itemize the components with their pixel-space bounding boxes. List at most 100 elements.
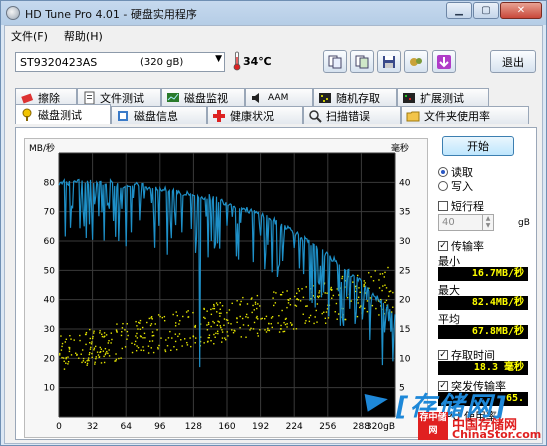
- access-time-point: [174, 340, 177, 343]
- transfer-rate-checkbox[interactable]: ✓: [438, 241, 448, 251]
- save-button[interactable]: [377, 50, 401, 73]
- options-button[interactable]: [404, 50, 428, 73]
- access-time-point: [99, 330, 101, 332]
- x-tick-label: 160: [218, 422, 235, 432]
- access-time-point: [166, 345, 169, 347]
- access-time-point: [207, 336, 209, 339]
- extended-test-icon: [403, 92, 415, 103]
- access-time-point: [230, 323, 232, 325]
- transfer-rate-option[interactable]: ✓ 传输率: [438, 238, 484, 254]
- access-time-point: [160, 337, 162, 339]
- access-time-point: [116, 331, 118, 333]
- access-time-point: [296, 292, 298, 295]
- access-time-point: [215, 332, 217, 334]
- y-right-tick-label: 35: [399, 208, 410, 218]
- access-time-point: [219, 308, 221, 310]
- tab-extended-test[interactable]: 扩展测试: [397, 88, 489, 106]
- access-time-point: [368, 272, 370, 274]
- access-time-point: [75, 352, 77, 354]
- access-time-point: [136, 337, 139, 339]
- access-time-point: [207, 321, 210, 324]
- access-time-point: [101, 335, 104, 338]
- exit-button[interactable]: 退出: [490, 50, 536, 73]
- access-time-point: [369, 297, 372, 299]
- access-time-point: [274, 302, 277, 304]
- access-time-point: [298, 290, 301, 292]
- access-time-point: [284, 323, 287, 326]
- access-time-point: [216, 304, 219, 306]
- minimize-button[interactable]: ▁: [446, 2, 472, 19]
- access-time-point: [224, 338, 227, 341]
- access-time-point: [179, 319, 181, 322]
- access-time-point: [287, 302, 290, 304]
- access-time-point: [181, 345, 183, 347]
- access-time-point: [91, 337, 94, 340]
- access-time-point: [216, 311, 218, 313]
- access-time-point: [239, 303, 241, 305]
- tab-disk-monitor[interactable]: 磁盘监视: [161, 88, 245, 106]
- benchmark-icon: [22, 108, 32, 121]
- download-button[interactable]: [432, 50, 456, 73]
- access-time-point: [256, 307, 258, 310]
- x-tick-label: 192: [252, 422, 269, 432]
- copy-text-button[interactable]: [323, 50, 347, 73]
- access-time-point: [251, 297, 253, 299]
- tab-folder-usage[interactable]: 文件夹使用率: [401, 106, 529, 124]
- access-time-point: [150, 317, 152, 319]
- access-time-point: [217, 332, 219, 335]
- access-time-point: [279, 293, 282, 296]
- access-time-point: [70, 354, 73, 356]
- tab-error-scan[interactable]: 扫描错误: [303, 106, 401, 124]
- access-time-point: [178, 323, 180, 325]
- spinner-arrows-icon[interactable]: ▲ ▼: [482, 215, 493, 230]
- y-right-tick-label: 20: [399, 296, 411, 306]
- menu-file[interactable]: 文件(F): [11, 28, 48, 44]
- menu-help[interactable]: 帮助(H): [64, 28, 103, 44]
- short-stroke-checkbox[interactable]: [438, 201, 448, 211]
- access-time-point: [143, 332, 146, 335]
- title-bar: HD Tune Pro 4.01 - 硬盘实用程序 ▁ ▢ ✕: [1, 1, 546, 25]
- start-button[interactable]: 开始: [442, 136, 514, 156]
- app-icon: [6, 6, 20, 20]
- access-time-point: [265, 331, 268, 333]
- access-time-point: [287, 298, 289, 301]
- tab-disk-info[interactable]: 磁盘信息: [111, 106, 207, 124]
- write-option[interactable]: 写入: [438, 178, 473, 194]
- access-time-point: [385, 287, 388, 289]
- access-time-point: [94, 345, 97, 348]
- access-time-checkbox[interactable]: ✓: [438, 350, 448, 360]
- maximize-button[interactable]: ▢: [473, 2, 499, 19]
- access-time-point: [221, 331, 224, 333]
- access-time-point: [195, 337, 197, 339]
- tab-benchmark[interactable]: 磁盘测试: [15, 104, 111, 124]
- drive-name: ST9320423AS: [20, 55, 98, 69]
- access-time-point: [356, 315, 359, 318]
- access-time-point: [213, 322, 215, 324]
- access-time-point: [341, 277, 343, 280]
- tab-random-access[interactable]: 随机存取: [313, 88, 397, 106]
- drive-select[interactable]: ST9320423AS (320 gB) ▼: [15, 52, 225, 72]
- tab-aam[interactable]: AAM: [245, 88, 313, 106]
- access-time-point: [208, 334, 211, 336]
- access-time-point: [382, 285, 384, 287]
- access-time-point: [216, 324, 219, 326]
- access-time-point: [268, 322, 270, 325]
- access-time-point: [371, 304, 374, 307]
- close-button[interactable]: ✕: [500, 2, 542, 19]
- watermark-url: ChinaStor.com: [452, 428, 542, 441]
- access-time-point: [62, 357, 65, 359]
- access-time-point: [176, 314, 179, 317]
- read-radio[interactable]: [438, 167, 448, 177]
- tab-health[interactable]: 健康状况: [207, 106, 303, 124]
- floppy-icon: [383, 55, 395, 68]
- access-time-point: [231, 329, 233, 331]
- access-time-point: [156, 329, 158, 331]
- copy-screenshot-button[interactable]: [350, 50, 374, 73]
- write-radio[interactable]: [438, 181, 448, 191]
- access-time-point: [227, 322, 230, 324]
- access-time-point: [151, 340, 154, 342]
- short-stroke-spinner[interactable]: 40 ▲ ▼: [438, 214, 494, 231]
- access-time-point: [147, 352, 150, 354]
- access-time-point: [378, 279, 380, 281]
- short-stroke-option[interactable]: 短行程: [438, 198, 484, 214]
